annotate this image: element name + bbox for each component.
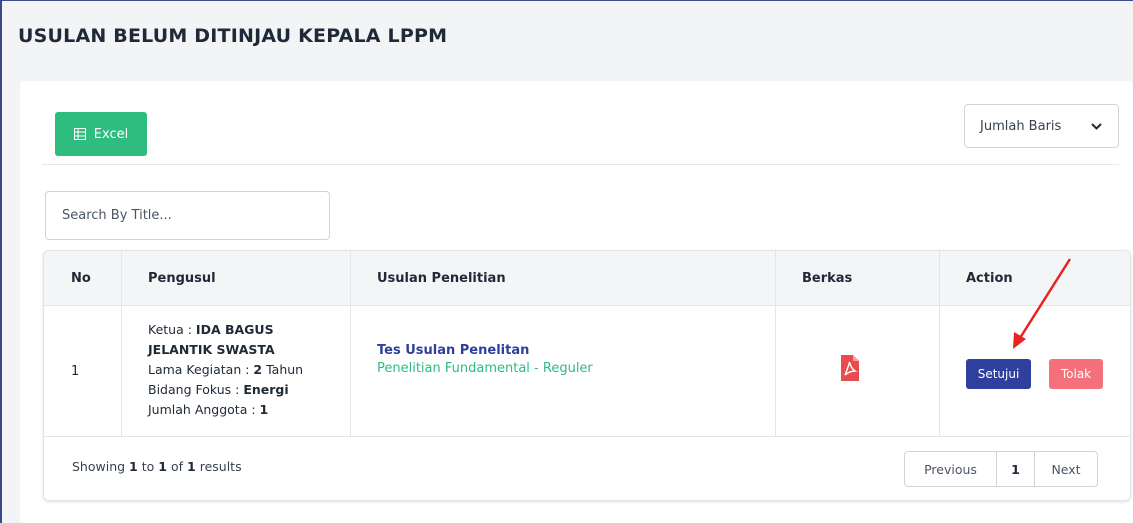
results-summary: Showing 1 to 1 of 1 results [72, 459, 242, 474]
search-input[interactable] [45, 191, 330, 240]
header-files: Berkas [802, 271, 853, 286]
content-card: Excel Jumlah Baris No Pengusul Usulan Pe… [20, 81, 1133, 523]
current-page-button[interactable]: 1 [997, 452, 1035, 486]
results-total: 1 [187, 459, 196, 474]
header-proposal: Usulan Penelitian [377, 271, 506, 286]
spreadsheet-icon [73, 128, 86, 140]
of-word: of [170, 459, 184, 474]
leader-label: Ketua : [148, 322, 192, 337]
leader-line: Ketua : IDA BAGUS JELANTIK SWASTA [148, 320, 338, 360]
results-word: results [199, 459, 242, 474]
table-row: 1 Ketua : IDA BAGUS JELANTIK SWASTA Lama… [44, 306, 1130, 437]
excel-export-button[interactable]: Excel [55, 112, 147, 156]
rows-per-page-select[interactable]: Jumlah Baris [964, 104, 1119, 148]
showing-word: Showing [72, 459, 126, 474]
header-action: Action [966, 271, 1013, 286]
reject-button[interactable]: Tolak [1049, 359, 1103, 389]
focus-line: Bidang Fokus : Energi [148, 380, 338, 400]
row-number: 1 [71, 364, 80, 379]
duration-value: 2 [253, 362, 263, 377]
duration-unit: Tahun [266, 362, 304, 377]
proposal-info: Tes Usulan Penelitan Penelitian Fundamen… [377, 342, 593, 378]
excel-label: Excel [93, 126, 129, 142]
approve-button[interactable]: Setujui [966, 359, 1031, 389]
duration-line: Lama Kegiatan : 2 Tahun [148, 360, 338, 380]
proposal-title-link[interactable]: Tes Usulan Penelitan [377, 342, 593, 360]
table-header: No Pengusul Usulan Penelitian Berkas Act… [44, 251, 1130, 306]
to-word: to [141, 459, 155, 474]
members-value: 1 [259, 402, 269, 417]
proposal-scheme: Penelitian Fundamental - Reguler [377, 361, 593, 376]
members-label: Jumlah Anggota : [148, 402, 256, 417]
proposals-table: No Pengusul Usulan Penelitian Berkas Act… [43, 250, 1131, 501]
results-to: 1 [158, 459, 167, 474]
members-line: Jumlah Anggota : 1 [148, 400, 338, 420]
results-from: 1 [129, 459, 138, 474]
rows-select-label: Jumlah Baris [980, 118, 1062, 134]
pagination: Previous 1 Next [904, 451, 1098, 487]
header-proposer: Pengusul [148, 271, 216, 286]
previous-page-button[interactable]: Previous [905, 452, 997, 486]
page-title: USULAN BELUM DITINJAU KEPALA LPPM [18, 25, 448, 47]
header-no: No [71, 271, 91, 286]
toolbar-divider [42, 164, 1119, 165]
pdf-icon[interactable] [841, 355, 859, 381]
focus-label: Bidang Fokus : [148, 382, 240, 397]
chevron-down-icon [1091, 123, 1102, 130]
duration-label: Lama Kegiatan : [148, 362, 250, 377]
next-page-button[interactable]: Next [1035, 452, 1097, 486]
proposer-info: Ketua : IDA BAGUS JELANTIK SWASTA Lama K… [148, 320, 338, 420]
focus-value: Energi [243, 382, 289, 397]
